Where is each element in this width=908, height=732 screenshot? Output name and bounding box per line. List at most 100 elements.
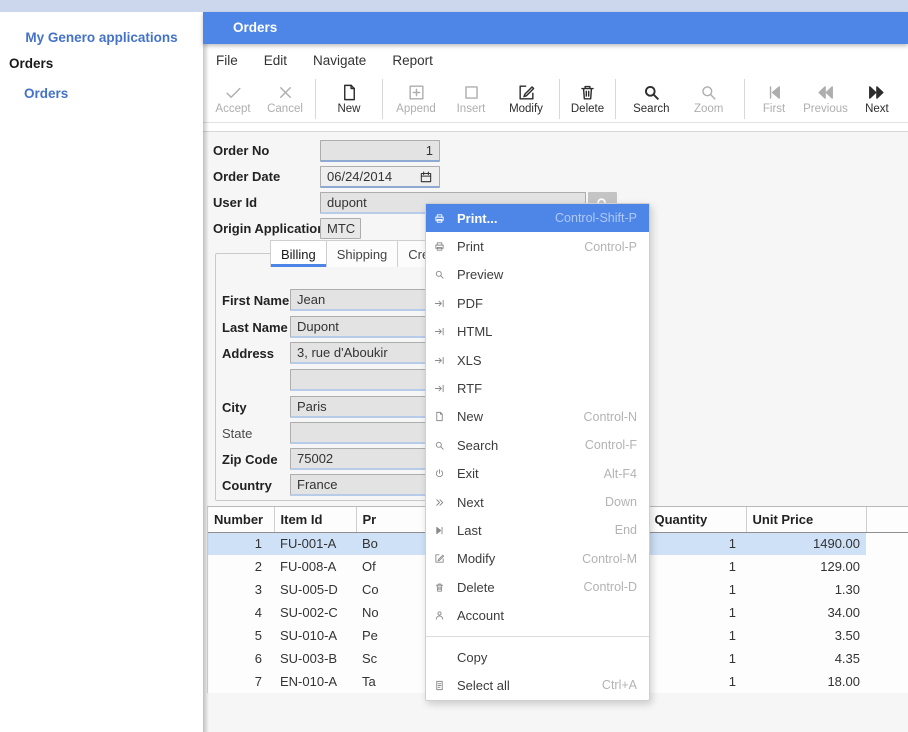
toolbar-button-new[interactable]: New bbox=[327, 83, 371, 115]
context-menu-item-exit[interactable]: ExitAlt-F4 bbox=[426, 460, 649, 488]
sidebar-title: My Genero applications bbox=[0, 30, 203, 45]
toolbar-button-next[interactable]: Next bbox=[855, 83, 899, 115]
toolbar-button-accept[interactable]: Accept bbox=[211, 83, 255, 115]
menu-item-label: Print... bbox=[457, 211, 555, 226]
cell-filler bbox=[866, 670, 908, 693]
context-menu-item-last[interactable]: LastEnd bbox=[426, 516, 649, 544]
context-menu: Print...Control-Shift-PPrintControl-PPre… bbox=[425, 203, 650, 701]
context-menu-item-delete[interactable]: DeleteControl-D bbox=[426, 573, 649, 601]
menu-file[interactable]: File bbox=[203, 47, 251, 74]
tab-shipping[interactable]: Shipping bbox=[327, 240, 399, 267]
context-menu-item-account[interactable]: Account bbox=[426, 601, 649, 629]
edit-icon bbox=[517, 83, 536, 102]
trash-icon bbox=[434, 582, 449, 593]
context-menu-item-html[interactable]: HTML bbox=[426, 318, 649, 346]
context-menu-item-xls[interactable]: XLS bbox=[426, 346, 649, 374]
toolbar-button-first[interactable]: First bbox=[752, 83, 796, 115]
menu-item-label: Exit bbox=[457, 466, 604, 481]
toolbar-button-search[interactable]: Search bbox=[629, 83, 673, 115]
menu-item-shortcut: Control-M bbox=[582, 552, 637, 566]
context-menu-item-modify[interactable]: ModifyControl-M bbox=[426, 545, 649, 573]
toolbar-button-append[interactable]: Append bbox=[394, 83, 438, 115]
menu-item-shortcut: Down bbox=[605, 495, 637, 509]
order-date-value: 06/24/2014 bbox=[327, 169, 392, 184]
toolbar-button-insert[interactable]: Insert bbox=[449, 83, 493, 115]
magnifier-icon bbox=[699, 83, 718, 102]
city-label: City bbox=[222, 400, 247, 415]
first-name-label: First Name bbox=[222, 293, 289, 308]
cell-number: 7 bbox=[208, 670, 274, 693]
context-menu-item-pdf[interactable]: PDF bbox=[426, 289, 649, 317]
cell-filler bbox=[866, 532, 908, 555]
field-value: Jean bbox=[297, 292, 325, 307]
cell-quantity: 1 bbox=[648, 578, 746, 601]
menu-item-label: Last bbox=[457, 523, 615, 538]
context-menu-item-preview[interactable]: Preview bbox=[426, 261, 649, 289]
tab-billing[interactable]: Billing bbox=[270, 240, 327, 267]
magnifier-icon bbox=[642, 83, 661, 102]
cell-quantity: 1 bbox=[648, 647, 746, 670]
toolbar-button-label: Zoom bbox=[694, 103, 723, 115]
toolbar-button-cancel[interactable]: Cancel bbox=[263, 83, 307, 115]
context-menu-item-search[interactable]: SearchControl-F bbox=[426, 431, 649, 459]
field-value: Paris bbox=[297, 399, 327, 414]
toolbar-button-label: Accept bbox=[215, 103, 250, 115]
calendar-icon[interactable] bbox=[419, 170, 433, 184]
toolbar-button-delete[interactable]: Delete bbox=[566, 83, 610, 115]
menu-item-label: Copy bbox=[457, 650, 637, 665]
menu-edit[interactable]: Edit bbox=[251, 47, 300, 74]
export-icon bbox=[434, 326, 449, 337]
context-menu-item-next[interactable]: NextDown bbox=[426, 488, 649, 516]
cell-item-id: SU-010-A bbox=[274, 624, 356, 647]
cell-filler bbox=[866, 647, 908, 670]
column-header-filler bbox=[866, 507, 908, 532]
column-header-number[interactable]: Number bbox=[208, 507, 274, 532]
toolbar-button-modify[interactable]: Modify bbox=[504, 83, 548, 115]
context-menu-item-select-all[interactable]: Select allCtrl+A bbox=[426, 671, 649, 699]
context-menu-item-copy[interactable]: Copy bbox=[426, 643, 649, 671]
menu-item-shortcut: Control-N bbox=[584, 410, 638, 424]
context-menu-item-new[interactable]: NewControl-N bbox=[426, 403, 649, 431]
toolbar-button-previous[interactable]: Previous bbox=[803, 83, 848, 115]
context-menu-item-print[interactable]: PrintControl-P bbox=[426, 232, 649, 260]
user-id-value: dupont bbox=[327, 195, 367, 210]
edit-icon bbox=[434, 553, 449, 564]
column-header-quantity[interactable]: Quantity bbox=[648, 507, 746, 532]
toolbar-button-zoom[interactable]: Zoom bbox=[687, 83, 731, 115]
toolbar-button-label: Cancel bbox=[267, 103, 303, 115]
order-date-field[interactable]: 06/24/2014 bbox=[320, 166, 440, 188]
order-no-field[interactable]: 1 bbox=[320, 140, 440, 162]
sidebar: My Genero applications Orders Orders bbox=[0, 12, 203, 732]
skip-first-icon bbox=[765, 83, 784, 102]
cell-quantity: 1 bbox=[648, 670, 746, 693]
window-titlebar: Orders bbox=[203, 12, 908, 44]
document-icon bbox=[340, 83, 359, 102]
cell-unit-price: 34.00 bbox=[746, 601, 866, 624]
menu-item-label: Print bbox=[457, 239, 584, 254]
menu-item-label: Select all bbox=[457, 678, 602, 693]
state-label: State bbox=[222, 426, 252, 441]
menu-item-label: XLS bbox=[457, 353, 637, 368]
cell-quantity: 1 bbox=[648, 624, 746, 647]
menu-report[interactable]: Report bbox=[379, 47, 446, 74]
x-icon bbox=[276, 83, 295, 102]
zip-code-label: Zip Code bbox=[222, 452, 278, 467]
forward-chevrons-icon bbox=[434, 497, 449, 508]
cell-unit-price: 1490.00 bbox=[746, 532, 866, 555]
toolbar-button-label: New bbox=[337, 103, 360, 115]
cell-quantity: 1 bbox=[648, 601, 746, 624]
cell-item-id: SU-005-D bbox=[274, 578, 356, 601]
column-header-item-id[interactable]: Item Id bbox=[274, 507, 356, 532]
menu-navigate[interactable]: Navigate bbox=[300, 47, 379, 74]
context-menu-item-print[interactable]: Print...Control-Shift-P bbox=[426, 204, 649, 232]
origin-application-field[interactable]: MTC bbox=[320, 218, 361, 239]
menu-item-shortcut: Ctrl+A bbox=[602, 678, 637, 692]
context-menu-item-rtf[interactable]: RTF bbox=[426, 374, 649, 402]
menu-item-shortcut: Control-D bbox=[584, 580, 638, 594]
column-header-unit-price[interactable]: Unit Price bbox=[746, 507, 866, 532]
cell-number: 5 bbox=[208, 624, 274, 647]
toolbar-group: Append Insert Modify bbox=[383, 79, 560, 119]
sidebar-item-orders[interactable]: Orders bbox=[24, 86, 68, 101]
order-no-label: Order No bbox=[213, 143, 269, 158]
power-icon bbox=[434, 468, 449, 479]
